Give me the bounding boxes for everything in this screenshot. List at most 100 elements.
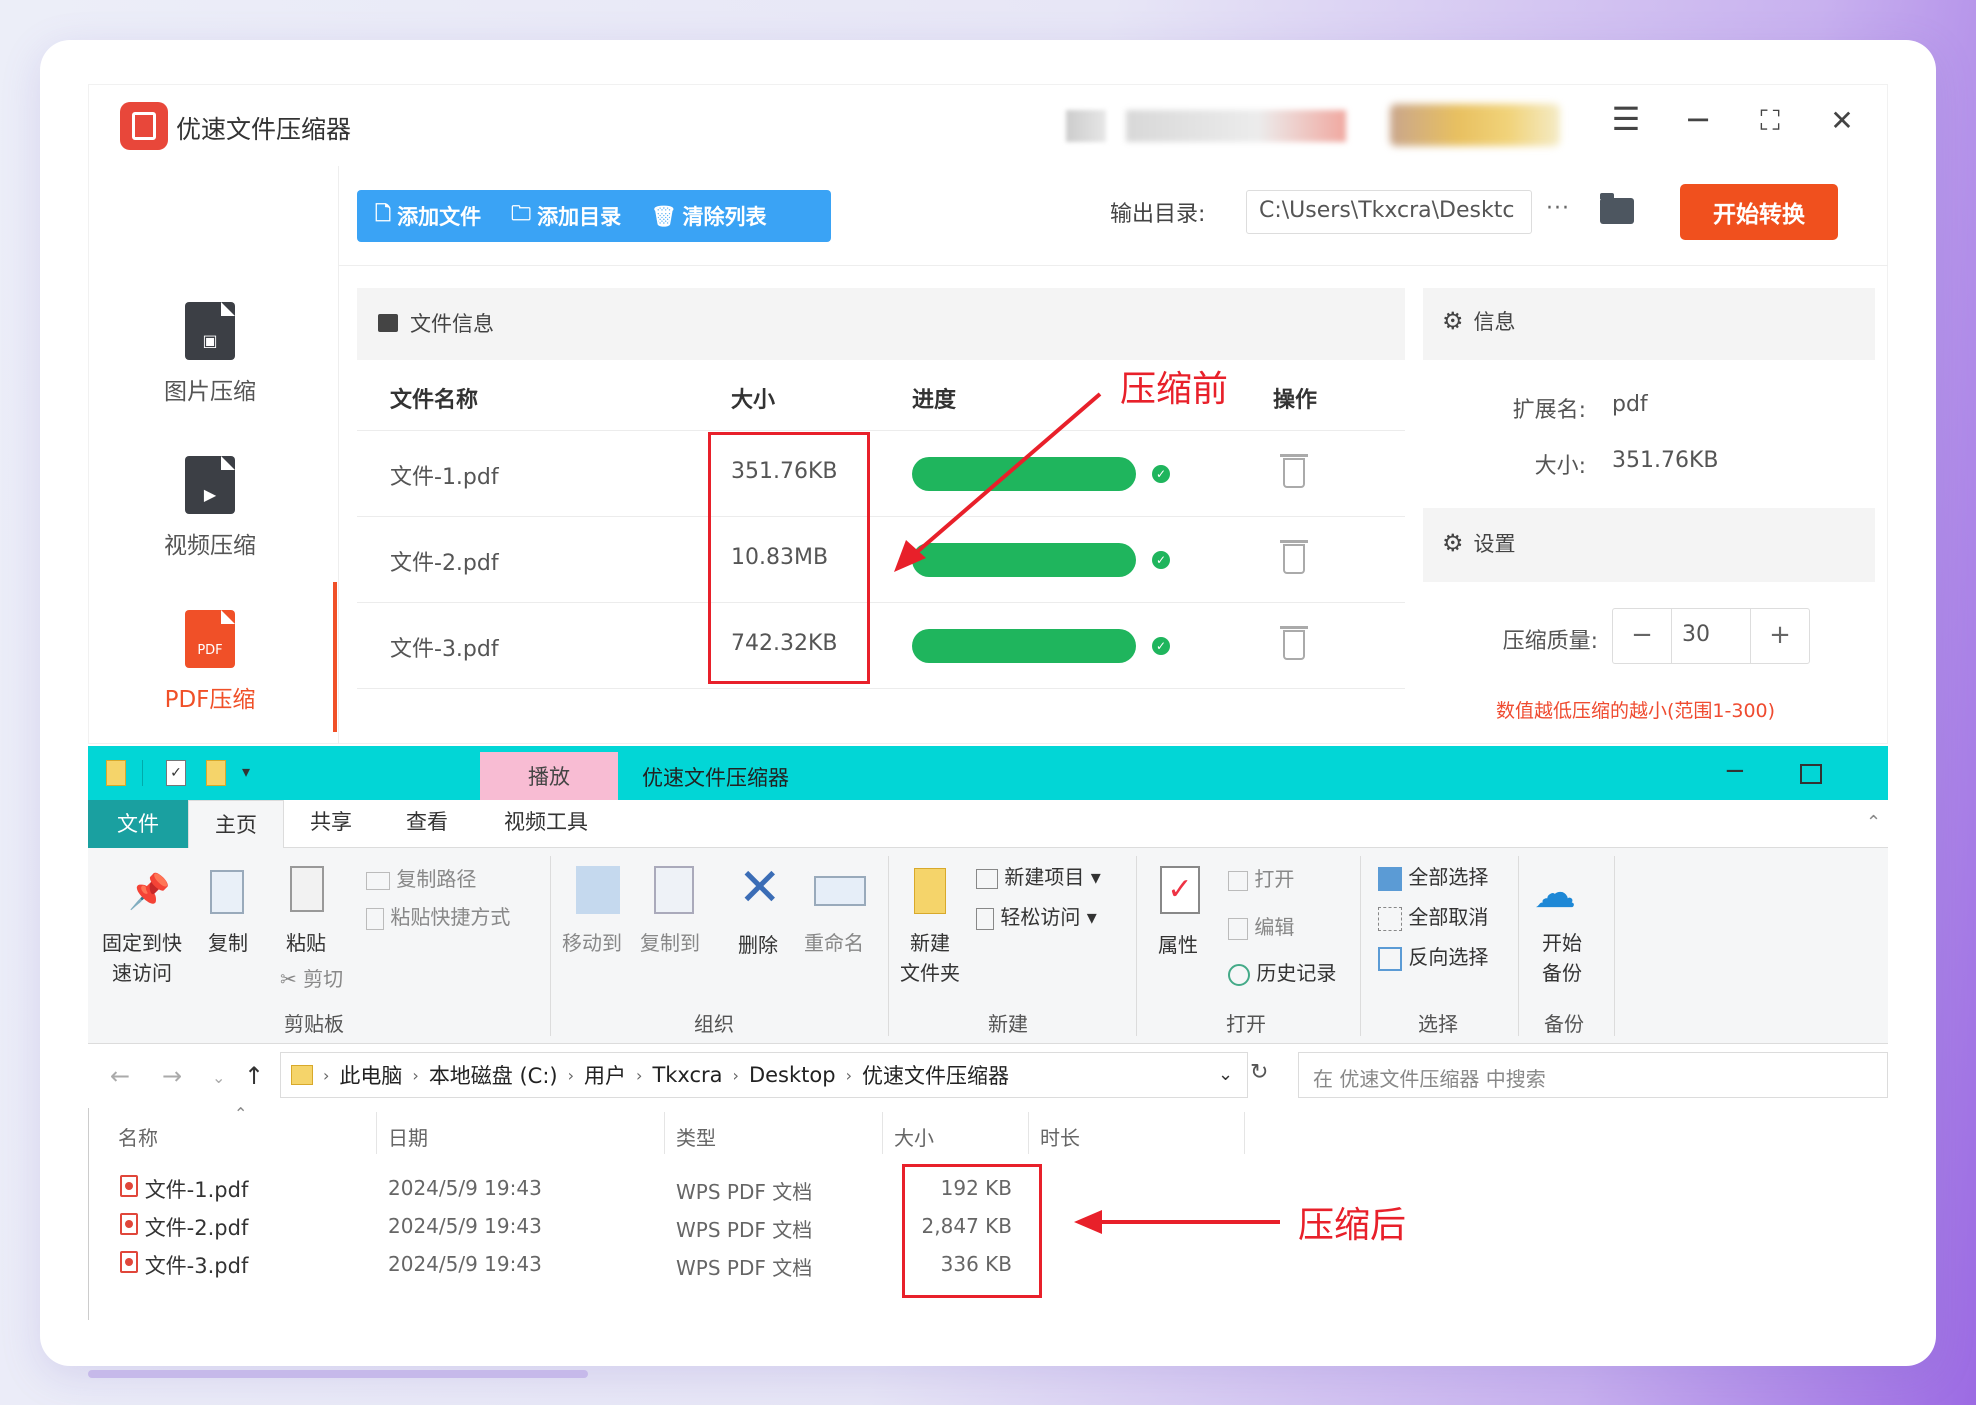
col-header-duration[interactable]: 时长 (1040, 1122, 1080, 1151)
quality-hint: 数值越低压缩的越小(范围1-300) (1496, 700, 1776, 722)
maximize-icon[interactable]: ⛶ (1748, 104, 1792, 138)
file-info-header (357, 288, 1405, 360)
cloud-upload-icon: ☁ (1534, 868, 1576, 917)
image-file-icon: ▣ (185, 302, 235, 360)
new-folder-button[interactable]: 新建 文件夹 (900, 928, 960, 988)
quality-input[interactable]: 30 (1671, 609, 1751, 663)
recent-chevron-icon[interactable]: ⌄ (212, 1068, 225, 1087)
paste-shortcut-icon (366, 907, 384, 930)
tab-share[interactable]: 共享 (310, 806, 352, 836)
delete-row-icon[interactable] (1280, 626, 1308, 660)
sidebar-divider (338, 166, 339, 744)
tab-home[interactable]: 主页 (188, 800, 284, 849)
increase-button[interactable]: + (1751, 609, 1809, 663)
invert-selection-icon (1378, 946, 1402, 971)
decrease-button[interactable]: − (1613, 609, 1671, 663)
history-button[interactable]: 历史记录 (1228, 958, 1336, 988)
col-header-date[interactable]: 日期 (388, 1122, 428, 1151)
breadcrumb-item[interactable]: Tkxcra (652, 1063, 722, 1087)
maximize-icon[interactable] (1800, 764, 1822, 784)
clear-list-button[interactable]: 🗑 清除列表 (651, 201, 766, 231)
start-convert-button[interactable]: 开始转换 (1680, 184, 1838, 240)
move-to-button[interactable]: 移动到 (562, 928, 622, 958)
copy-button[interactable]: 复制 (208, 928, 248, 958)
copy-path-button[interactable]: 复制路径 (366, 864, 476, 894)
file-list-item[interactable]: 文件-2.pdf (120, 1212, 248, 1242)
group-separator (1136, 856, 1137, 1036)
col-header-type[interactable]: 类型 (676, 1122, 716, 1151)
add-directory-button[interactable]: 🗀 添加目录 (511, 199, 621, 233)
minimize-icon[interactable]: − (1724, 756, 1746, 786)
scissors-icon: ✂ (280, 967, 297, 991)
open-button[interactable]: 打开 (1228, 864, 1294, 894)
search-input[interactable]: 在 优速文件压缩器 中搜索 (1298, 1052, 1888, 1098)
group-label-open: 打开 (1226, 1012, 1266, 1036)
arrow-after-icon (1074, 1210, 1280, 1234)
rename-button[interactable]: 重命名 (804, 928, 864, 958)
up-icon[interactable]: ↑ (244, 1062, 264, 1090)
output-dir-input[interactable]: C:\Users\Tkxcra\Desktc (1246, 190, 1532, 234)
sidebar-item-image-compress[interactable]: ▣ 图片压缩 (140, 302, 280, 406)
tab-file[interactable]: 文件 (88, 800, 188, 848)
group-separator (888, 856, 889, 1036)
paste-shortcut-button[interactable]: 粘贴快捷方式 (366, 902, 510, 932)
select-none-button[interactable]: 全部取消 (1378, 902, 1488, 932)
image-icon (378, 314, 398, 332)
start-backup-button[interactable]: 开始 备份 (1542, 928, 1582, 988)
group-separator (1518, 856, 1519, 1036)
file-list-item[interactable]: 文件-3.pdf (120, 1250, 248, 1280)
new-folder-icon[interactable] (206, 760, 226, 786)
copy-to-button[interactable]: 复制到 (640, 928, 700, 958)
rename-icon (814, 876, 866, 906)
breadcrumb-item[interactable]: 优速文件压缩器 (862, 1060, 1009, 1090)
blurred-username (1126, 110, 1346, 142)
quality-stepper: − 30 + (1612, 608, 1810, 664)
blurred-vip-badge[interactable] (1390, 104, 1560, 146)
add-file-button[interactable]: 🗋 添加文件 (375, 199, 481, 233)
close-icon[interactable]: ✕ (1820, 104, 1864, 137)
easy-access-button[interactable]: 轻松访问 ▾ (976, 902, 1097, 932)
arrow-before-icon (894, 392, 1102, 572)
refresh-icon[interactable]: ↻ (1250, 1060, 1268, 1085)
breadcrumb-item[interactable]: 用户 (584, 1060, 626, 1090)
paste-button[interactable]: 粘贴 (286, 928, 326, 958)
breadcrumb-item[interactable]: Desktop (749, 1063, 836, 1087)
explorer-titlebar (88, 746, 1888, 800)
breadcrumb-item[interactable]: 本地磁盘 (C:) (429, 1060, 558, 1090)
file-type: WPS PDF 文档 (676, 1256, 813, 1280)
file-list-item[interactable]: 文件-1.pdf (120, 1174, 248, 1204)
explorer-title: 优速文件压缩器 (642, 766, 789, 790)
col-header-size[interactable]: 大小 (894, 1122, 934, 1151)
cut-button[interactable]: ✂ 剪切 (280, 964, 343, 994)
context-tab-play[interactable]: 播放 (480, 752, 618, 802)
invert-selection-button[interactable]: 反向选择 (1378, 942, 1488, 972)
more-options-icon[interactable]: ··· (1546, 196, 1570, 221)
tab-view[interactable]: 查看 (406, 806, 448, 836)
menu-icon[interactable]: ☰ (1604, 100, 1648, 138)
open-folder-icon[interactable] (1600, 193, 1634, 224)
forward-icon[interactable]: → (162, 1062, 182, 1090)
address-dropdown-icon[interactable]: ⌄ (1218, 1064, 1233, 1085)
collapse-ribbon-icon[interactable]: ⌃ (1866, 812, 1881, 833)
new-item-button[interactable]: 新建项目 ▾ (976, 862, 1101, 892)
delete-row-icon[interactable] (1280, 540, 1308, 574)
edit-button[interactable]: 编辑 (1228, 912, 1294, 942)
minimize-icon[interactable]: − (1676, 100, 1720, 138)
chevron-down-icon[interactable]: ▾ (242, 762, 250, 781)
back-icon[interactable]: ← (110, 1062, 130, 1090)
folder-icon[interactable] (106, 760, 126, 786)
col-header-size: 大小 (731, 388, 776, 413)
sidebar-item-pdf-compress[interactable]: PDF PDF压缩 (140, 610, 280, 714)
delete-button[interactable]: 删除 (738, 930, 778, 960)
delete-row-icon[interactable] (1280, 454, 1308, 488)
address-bar[interactable]: › 此电脑 › 本地磁盘 (C:) › 用户 › Tkxcra › Deskto… (280, 1052, 1248, 1098)
sidebar-item-video-compress[interactable]: ▶ 视频压缩 (140, 456, 280, 560)
col-header-action: 操作 (1273, 388, 1318, 413)
properties-button[interactable]: 属性 (1158, 930, 1198, 960)
tab-video-tools[interactable]: 视频工具 (504, 806, 588, 836)
pin-quick-access-button[interactable]: 固定到快 速访问 (102, 928, 182, 988)
breadcrumb-item[interactable]: 此电脑 (339, 1060, 402, 1090)
properties-icon[interactable]: ✓ (166, 760, 186, 786)
col-header-name[interactable]: 名称 (118, 1122, 158, 1151)
select-all-button[interactable]: 全部选择 (1378, 862, 1488, 892)
